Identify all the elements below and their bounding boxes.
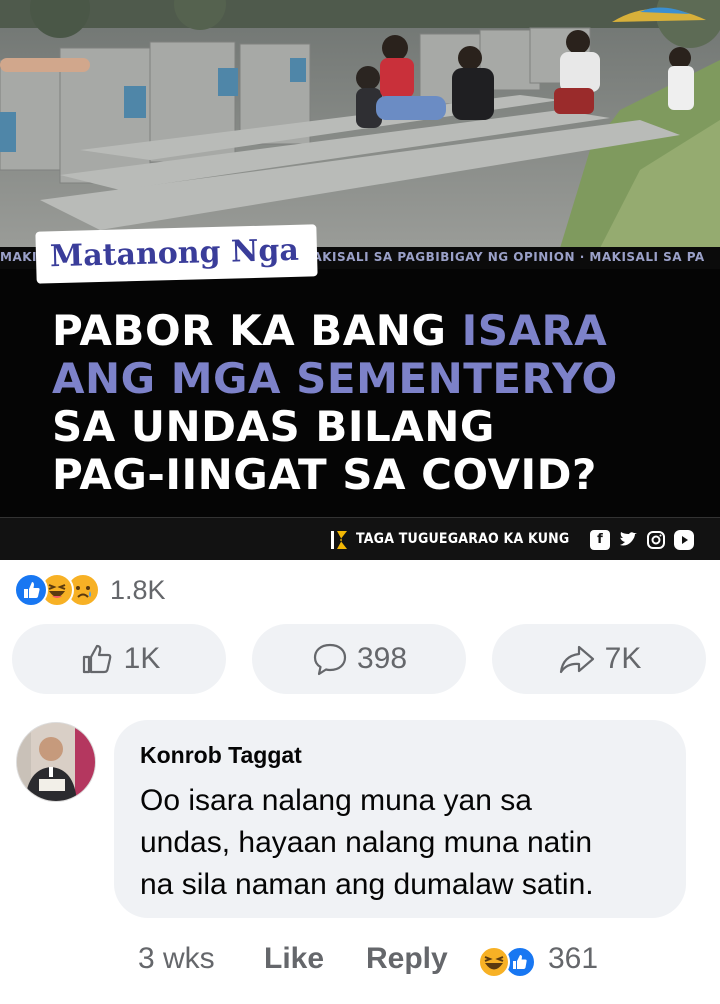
ticker-right: MAKISALI SA PAGBIBIGAY NG OPINION · MAKI… — [300, 250, 705, 264]
reaction-count: 1.8K — [110, 574, 166, 605]
comment-bubble-icon — [313, 643, 347, 676]
comment-timestamp[interactable]: 3 wks — [138, 942, 215, 976]
brand-tag: Matanong Nga — [35, 224, 318, 284]
headline-part: SA UNDAS BILANG — [52, 402, 495, 451]
comment-meta: 3 wks Like Reply 361 — [0, 940, 720, 984]
share-button[interactable]: 7K — [492, 624, 706, 694]
youtube-icon — [674, 530, 694, 550]
headline-part-highlight: ANG MGA SEMENTERYO — [52, 354, 618, 403]
comment-reactions[interactable] — [474, 944, 538, 980]
comment-text: Oo isara nalang muna yan sa undas, hayaa… — [140, 780, 670, 906]
comment-count: 398 — [356, 642, 408, 675]
comment-bubble[interactable]: Konrob Taggat Oo isara nalang muna yan s… — [114, 720, 686, 918]
share-arrow-icon — [559, 645, 594, 674]
facebook-icon: f — [590, 530, 610, 550]
like-reaction-icon — [14, 573, 48, 607]
comment-line: na sila naman ang dumalaw satin. — [140, 868, 594, 901]
twitter-icon — [618, 530, 638, 550]
comment-line: Oo isara nalang muna yan sa — [140, 784, 532, 817]
headline: PABOR KA BANG ISARA ANG MGA SEMENTERYO S… — [52, 307, 702, 499]
commenter-avatar[interactable] — [16, 722, 96, 802]
like-button[interactable]: 1K — [12, 624, 226, 694]
comment-reaction-count: 361 — [548, 942, 599, 975]
comment-button[interactable]: 398 — [252, 624, 466, 694]
comment-author[interactable]: Konrob Taggat — [140, 742, 302, 769]
image-footer-band: TAGA TUGUEGARAO KA KUNG f — [0, 517, 720, 560]
thumbs-up-icon — [82, 644, 111, 674]
ticker-left: MAKI — [0, 250, 37, 264]
headline-part: PABOR KA BANG — [52, 306, 462, 355]
brand-logo-icon — [331, 531, 347, 549]
share-count: 7K — [604, 642, 642, 675]
post-image[interactable]: MAKI MAKISALI SA PAGBIBIGAY NG OPINION ·… — [0, 0, 720, 560]
headline-panel: PABOR KA BANG ISARA ANG MGA SEMENTERYO S… — [0, 269, 720, 517]
instagram-icon — [646, 530, 666, 550]
comment-reply-button[interactable]: Reply — [366, 942, 448, 976]
cemetery-photo — [0, 0, 720, 248]
footer-text: TAGA TUGUEGARAO KA KUNG — [356, 531, 570, 547]
headline-part-highlight: ISARA — [461, 306, 608, 355]
haha-reaction-icon — [478, 946, 510, 978]
reactions-summary[interactable]: 1.8K — [14, 570, 166, 610]
comment-line: undas, hayaan nalang muna natin — [140, 826, 593, 859]
like-count: 1K — [123, 642, 161, 675]
comment-like-button[interactable]: Like — [264, 942, 324, 976]
headline-part: PAG-IINGAT SA COVID? — [52, 450, 597, 499]
